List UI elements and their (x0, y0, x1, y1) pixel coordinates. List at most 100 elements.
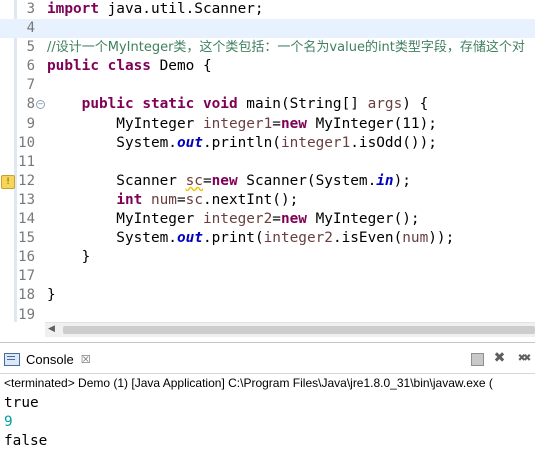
code-line[interactable]: 9 MyInteger integer1=new MyInteger(11); (0, 115, 535, 134)
code-token: Scanner(System. (237, 172, 377, 189)
code-line[interactable]: 8− public static void main(String[] args… (0, 95, 535, 114)
code-token: java.util.Scanner; (98, 1, 264, 17)
remove-all-terminated-button[interactable]: ✖✖ (513, 351, 533, 366)
line-number: 3 (26, 1, 35, 17)
line-number: 13 (18, 191, 35, 208)
code-token: out (176, 230, 203, 247)
code-token: class (107, 58, 151, 75)
code-text[interactable]: MyInteger integer1=new MyInteger(11); (47, 115, 437, 134)
fold-minus-icon[interactable]: − (36, 100, 45, 110)
code-token: num (402, 230, 429, 247)
code-token: .isOdd()); (350, 134, 437, 151)
scrollbar-thumb[interactable] (63, 326, 535, 334)
console-header: Console ☒ ✖ ✖✖ (0, 343, 535, 374)
line-number: 6 (26, 58, 35, 75)
code-token: num (150, 191, 177, 208)
code-token: .isEven( (332, 230, 403, 247)
code-editor[interactable]: 3 import java.util.Scanner; 4 5 //设计一个MyInte… (0, 0, 535, 342)
code-text[interactable]: int num=sc.nextInt(); (47, 191, 298, 210)
line-number: 19 (18, 306, 35, 323)
code-text[interactable]: public static void main(String[] args) { (47, 95, 429, 114)
line-number: 8 (26, 96, 35, 113)
terminate-button[interactable] (471, 351, 486, 366)
code-line[interactable]: 6 public class Demo { (0, 57, 535, 76)
code-line[interactable]: 3 import java.util.Scanner; (0, 0, 535, 19)
code-token: void (202, 96, 238, 113)
chevron-left-icon[interactable]: ◀ (48, 324, 55, 334)
code-text[interactable]: System.out.println(integer1.isOdd()); (47, 134, 437, 153)
console-tab-label: Console (26, 351, 74, 367)
code-line[interactable]: 7 (0, 76, 535, 95)
code-text[interactable]: //设计一个MyInteger类，这个类包括：一个名为value的int类型字段… (47, 38, 525, 57)
code-token: integer1 (202, 115, 273, 132)
terminate-icon (471, 353, 484, 366)
code-token: sc (185, 191, 203, 208)
code-line[interactable]: 14 MyInteger integer2=new MyInteger(); (0, 210, 535, 229)
code-text[interactable]: Scanner sc=new Scanner(System.in); (47, 172, 411, 191)
line-number: 11 (18, 153, 35, 170)
code-token: )); (428, 230, 455, 247)
code-token: = (272, 211, 281, 228)
code-line[interactable]: 18} (0, 286, 535, 305)
warning-icon[interactable]: ! (1, 174, 15, 189)
line-number: 4 (26, 20, 35, 37)
line-number: 18 (18, 287, 35, 304)
console-toolbar: ✖ ✖✖ (471, 351, 535, 366)
code-line[interactable]: ! 12 Scanner sc=new Scanner(System.in); (0, 172, 535, 191)
line-number: 12 (18, 172, 35, 189)
code-token: new (280, 115, 307, 132)
code-token: MyInteger (47, 115, 203, 132)
remove-launch-button[interactable]: ✖ (492, 351, 507, 366)
code-token: out (176, 134, 203, 151)
code-line[interactable]: 13 int num=sc.nextInt(); (0, 191, 535, 210)
code-token: integer2 (263, 230, 333, 247)
code-token: import (47, 1, 99, 17)
code-token: = (272, 115, 281, 132)
console-tab[interactable]: Console ☒ (4, 349, 91, 369)
code-line[interactable]: 5 //设计一个MyInteger类，这个类包括：一个名为value的int类型字… (0, 38, 535, 57)
code-token: new (280, 211, 307, 228)
line-number: 16 (18, 249, 35, 266)
code-line[interactable]: 11 (0, 153, 535, 172)
code-token: = (202, 172, 212, 189)
code-token: Scanner (47, 172, 186, 189)
code-token: integer2 (202, 211, 273, 228)
code-token: ) { (402, 96, 429, 113)
code-token: System. (47, 230, 177, 247)
code-line[interactable]: 4 (0, 19, 535, 39)
horizontal-scrollbar[interactable]: ◀ (45, 322, 535, 337)
code-text[interactable]: System.out.print(integer2.isEven(num)); (47, 229, 454, 248)
line-number: 14 (18, 211, 35, 228)
console-output-line: 9 (4, 414, 13, 431)
code-token: MyInteger (47, 211, 203, 228)
console-view: Console ☒ ✖ ✖✖ <terminated> Demo (1) [Ja… (0, 342, 535, 459)
console-output-line: false (4, 433, 48, 450)
console-output-line: true (4, 395, 39, 411)
code-token: in (376, 172, 394, 189)
close-icon[interactable]: ☒ (81, 353, 91, 366)
code-token: new (211, 172, 238, 189)
line-number: 9 (26, 115, 35, 132)
code-text[interactable]: } (47, 248, 91, 267)
code-text[interactable]: import java.util.Scanner; (47, 0, 264, 19)
code-text[interactable]: public class Demo { (47, 57, 212, 76)
code-line[interactable]: 17 (0, 267, 535, 286)
line-number: 15 (18, 230, 35, 247)
code-token: } (47, 287, 56, 304)
code-line[interactable]: 16 } (0, 248, 535, 267)
editor-lines[interactable]: 3 import java.util.Scanner; 4 5 //设计一个MyInte… (0, 0, 535, 325)
console-output[interactable]: true 9 false (4, 394, 47, 452)
code-line[interactable]: 10 System.out.println(integer1.isOdd()); (0, 134, 535, 153)
code-text[interactable]: } (47, 286, 56, 305)
code-token: int (116, 191, 143, 208)
code-token: .print( (202, 230, 264, 247)
code-text[interactable]: MyInteger integer2=new MyInteger(); (47, 210, 419, 229)
code-token: Demo { (150, 58, 212, 75)
code-token: ); (393, 172, 411, 189)
code-line[interactable]: 15 System.out.print(integer2.isEven(num)… (0, 229, 535, 248)
code-token: sc (185, 172, 203, 189)
